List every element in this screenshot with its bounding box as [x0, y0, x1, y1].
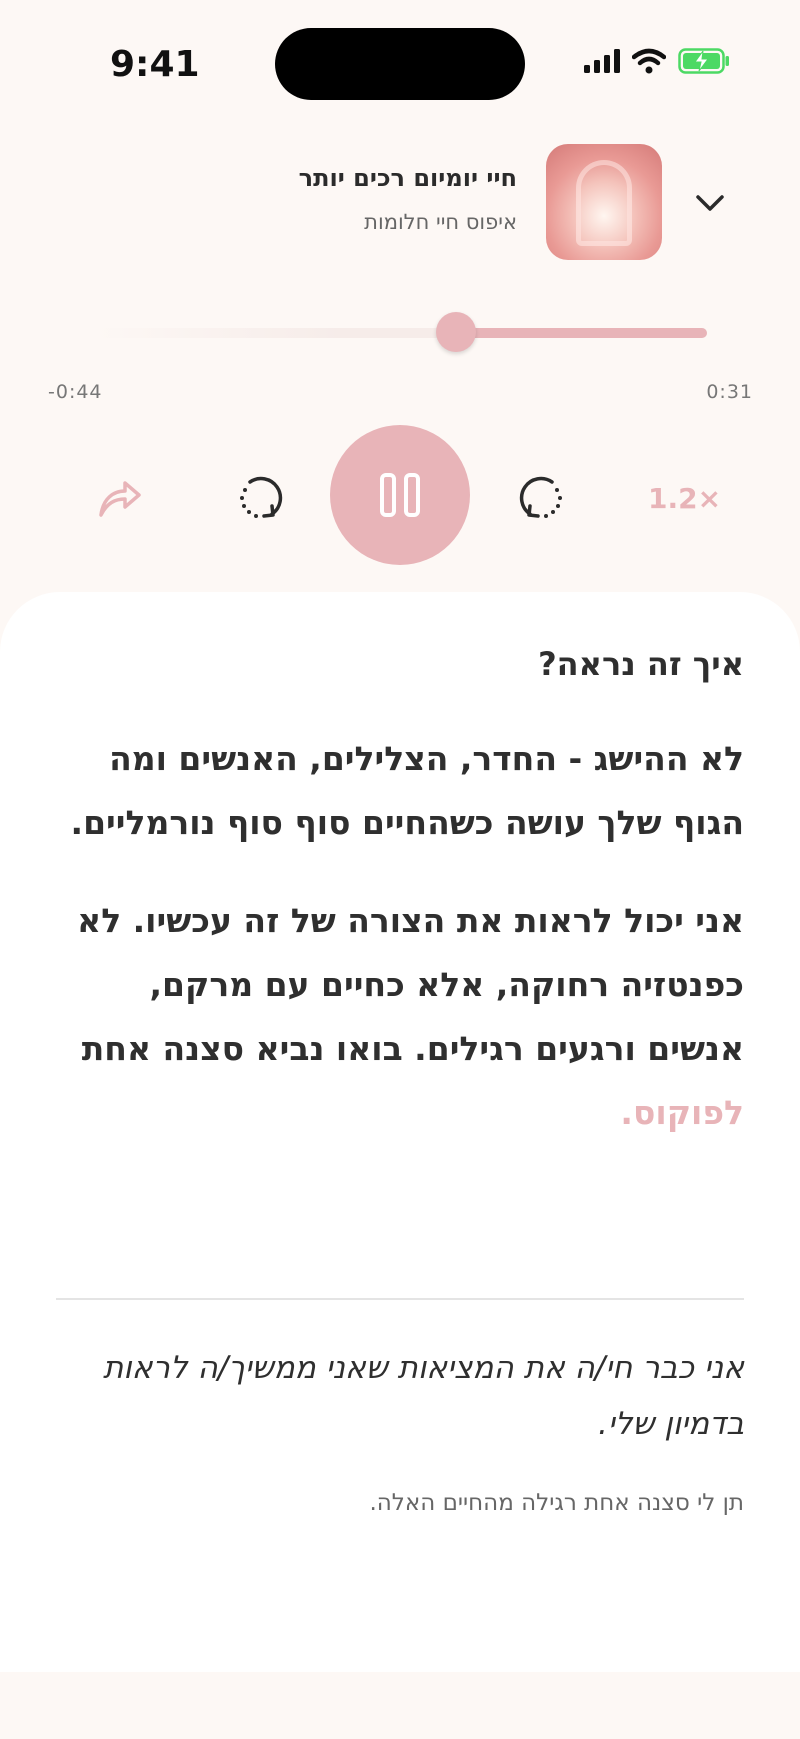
chevron-down-icon[interactable]: [690, 183, 730, 223]
content-paragraph-2-text: אני יכול לראות את הצורה של זה עכשיו. לא …: [77, 901, 744, 1068]
track-title: חיי יומיום רכים יותר: [298, 164, 517, 192]
divider: [56, 1298, 744, 1300]
elapsed-time: 0:31: [706, 381, 753, 403]
cellular-signal-icon: [584, 49, 620, 77]
rewind-button[interactable]: [234, 470, 288, 524]
forward-button[interactable]: [514, 470, 568, 524]
content-body: איך זה נראה? לא ההישג - החדר, הצלילים, ה…: [56, 645, 744, 1179]
bottom-band: [0, 1672, 800, 1739]
pause-icon: [380, 473, 420, 517]
content-paragraph-1: לא ההישג - החדר, הצלילים, האנשים ומה הגו…: [70, 739, 744, 842]
affirmation-quote: אני כבר חי/ה את המציאות שאני ממשיך/ה לרא…: [102, 1350, 744, 1442]
progress-slider[interactable]: [95, 312, 707, 352]
playback-speed-button[interactable]: 1.2×: [648, 478, 721, 518]
dynamic-island: [275, 28, 525, 100]
content-paragraph-2: אני יכול לראות את הצורה של זה עכשיו. לא …: [56, 889, 744, 1145]
status-time: 9:41: [110, 44, 200, 85]
track-artwork: [546, 144, 662, 260]
now-playing-header: [0, 140, 800, 270]
progress-knob[interactable]: [436, 312, 477, 352]
share-icon: [99, 481, 141, 517]
status-bar: 9:41: [0, 0, 800, 120]
remaining-time: -0:44: [48, 381, 103, 403]
wifi-icon: [631, 48, 667, 78]
track-subtitle: איפוס חיי חלומות: [364, 210, 517, 234]
status-icons: [584, 48, 730, 78]
progress-fill: [456, 328, 707, 338]
share-button[interactable]: [92, 470, 146, 524]
content-heading: איך זה נראה?: [538, 645, 744, 683]
prompt-caption: תן לי סצנה אחת רגילה מהחיים האלה.: [369, 1490, 744, 1516]
pause-button[interactable]: [330, 425, 470, 565]
forward-icon: [519, 476, 562, 518]
battery-charging-icon: [678, 48, 730, 78]
rewind-icon: [240, 476, 283, 518]
content-paragraph-2-accent: לפוקוס.: [620, 1093, 744, 1132]
